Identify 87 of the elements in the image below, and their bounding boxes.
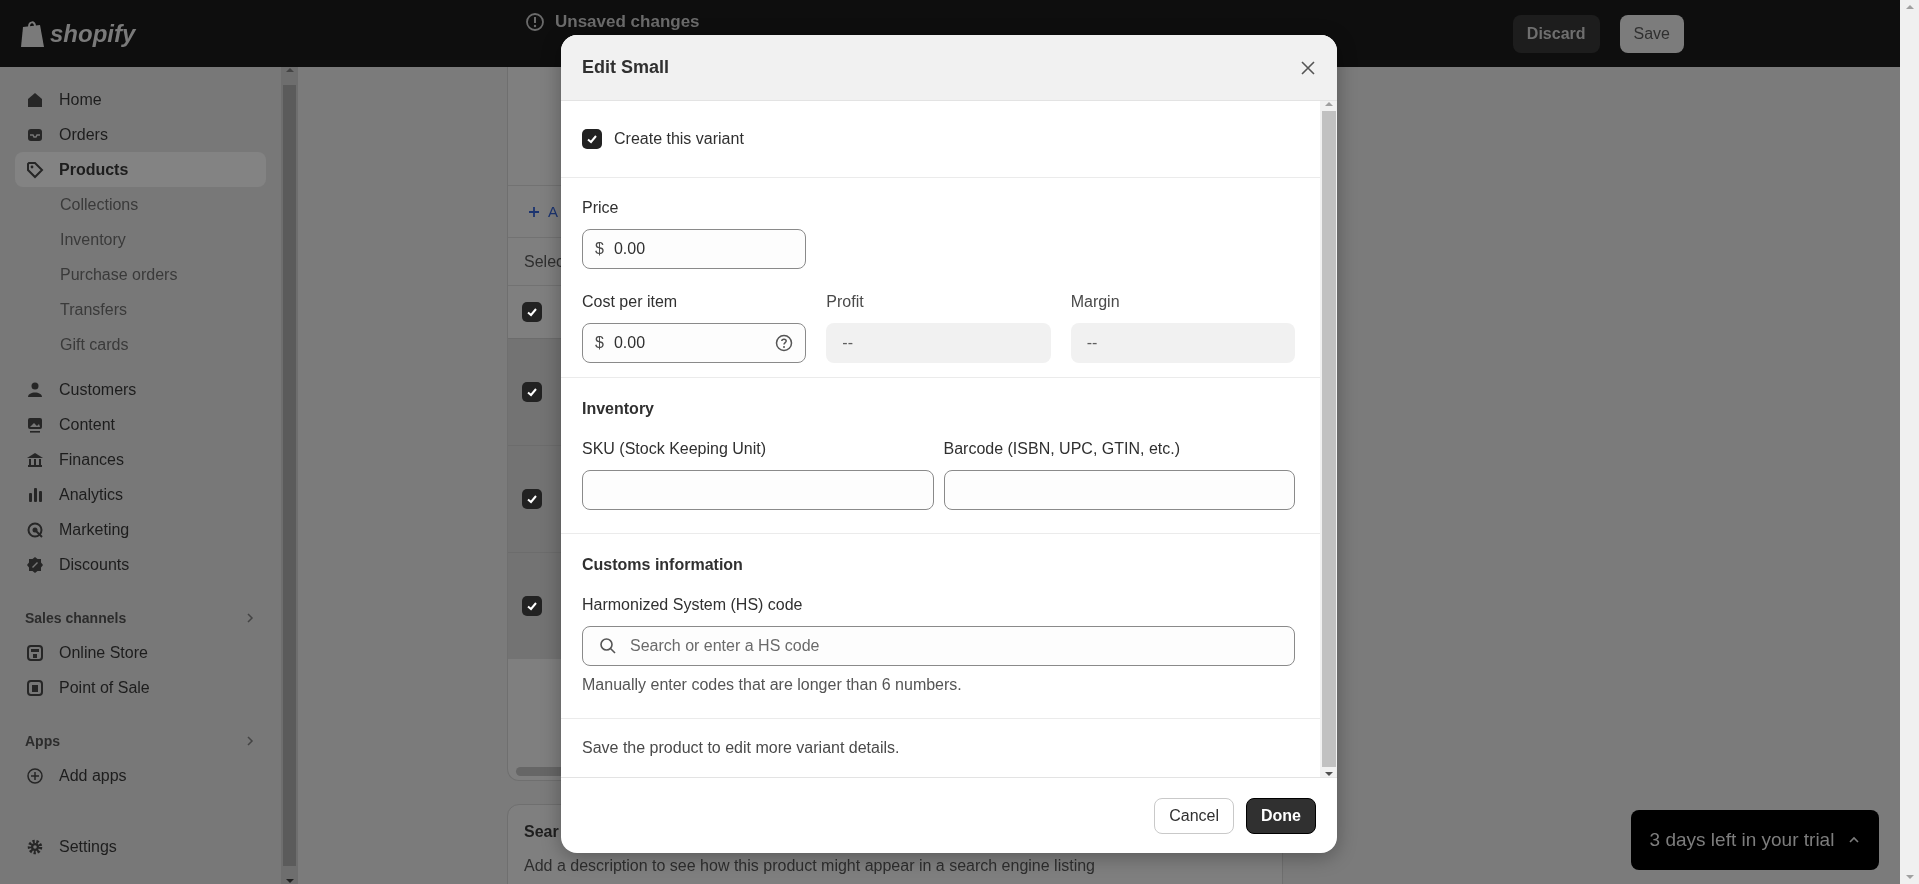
hs-code-search-field[interactable]: Search or enter a HS code [582,626,1295,666]
scroll-up-arrow-icon[interactable] [1323,101,1334,107]
discard-button[interactable]: Discard [1512,14,1600,53]
scroll-up-arrow-icon[interactable] [1904,4,1915,10]
sidebar-subitem[interactable]: Transfers [15,292,266,327]
note-text: Save the product to edit more variant details. [582,739,900,757]
close-button[interactable] [1299,58,1317,77]
dialog-scrollbar[interactable] [1320,101,1337,777]
logo-text: shopify [50,19,136,48]
sidebar-item[interactable]: Orders [15,117,266,152]
sidebar-item-label: Home [59,90,102,109]
field-label: Profit [826,293,865,312]
sidebar-item[interactable]: Analytics [15,477,266,512]
help-icon[interactable] [775,334,794,352]
help-text: Manually enter codes that are longer than 6 numbers. [582,676,963,694]
sidebar-item-label: Finances [59,450,124,469]
checkbox-label: Create this variant [614,130,744,148]
section-heading: Inventory [582,400,655,418]
section-title: Sales channels [25,609,127,626]
sidebar-item-label: Orders [59,125,108,144]
plus-circle-icon [25,765,45,786]
shopping-bag-logo-icon [20,18,46,49]
margin-field: -- [1070,323,1295,363]
sidebar-item[interactable]: Marketing [15,512,266,547]
add-link[interactable]: A [548,203,558,220]
chevron-right-icon[interactable] [244,734,256,747]
profit-field: -- [826,323,1051,363]
sku-field[interactable] [582,470,934,510]
store-icon [25,642,45,663]
save-button[interactable]: Save [1619,14,1684,53]
unsaved-changes-text: Unsaved changes [555,12,700,32]
scroll-down-arrow-icon[interactable] [1323,771,1334,777]
discount-badge-icon [25,554,45,575]
chevron-right-icon[interactable] [244,611,256,624]
field-label: SKU (Stock Keeping Unit) [582,440,768,459]
done-button[interactable]: Done [1246,797,1316,834]
sidebar-item-label: Analytics [59,485,124,504]
barcode-field[interactable] [943,470,1295,510]
sidebar-item-label: Content [59,415,116,434]
scroll-down-arrow-icon[interactable] [284,878,295,884]
checkbox[interactable] [582,129,602,149]
checkbox[interactable] [522,596,542,616]
sidebar-item[interactable]: Discounts [15,547,266,582]
plus-icon[interactable] [528,205,540,218]
sidebar-subitem[interactable]: Purchase orders [15,257,266,292]
page-scrollbar[interactable] [1900,0,1919,884]
scroll-up-arrow-icon[interactable] [284,67,295,73]
sidebar-item[interactable]: Online Store [15,635,266,670]
checkbox[interactable] [522,382,542,402]
cancel-button[interactable]: Cancel [1154,797,1234,834]
price-field[interactable]: $ 0.00 [582,229,806,269]
field-label: Price [582,199,620,218]
sidebar-item[interactable]: Products [15,152,266,187]
sidebar-item-label: Add apps [59,766,127,785]
tag-icon [25,159,45,180]
trial-banner[interactable]: 3 days left in your trial [1631,810,1879,870]
cost-field[interactable]: $ 0.00 [582,323,807,363]
sidebar-item[interactable]: Home [15,82,266,117]
dialog-title: Edit Small [582,57,670,78]
field-label: Cost per item [582,293,679,312]
sidebar-item-label: Settings [59,837,117,856]
sidebar-item[interactable]: Finances [15,442,266,477]
checkbox[interactable] [522,489,542,509]
sidebar-scrollbar[interactable] [281,67,298,884]
field-label: Barcode (ISBN, UPC, GTIN, etc.) [943,440,1181,459]
sidebar-item[interactable]: Customers [15,372,266,407]
sidebar-item[interactable]: Point of Sale [15,670,266,705]
card-description: Add a description to see how this product might appear in a search engine listing [524,857,1096,875]
section-title: Apps [25,732,60,749]
sidebar-item[interactable]: Settings [15,829,266,864]
sidebar-item-label: Point of Sale [59,678,150,697]
sidebar-subitem[interactable]: Collections [15,187,266,222]
alert-icon [525,12,545,32]
sidebar-subitem[interactable]: Inventory [15,222,266,257]
sidebar-item-label: Products [59,160,129,179]
field-label: Harmonized System (HS) code [582,596,804,615]
sidebar-item-label: Discounts [59,555,130,574]
checkbox[interactable] [522,302,542,322]
field-label: Margin [1070,293,1121,312]
sidebar-item-label: Marketing [59,520,130,539]
section-heading: Customs information [582,556,744,574]
card-title: Sear [524,823,560,841]
sidebar-item-label: Customers [59,380,137,399]
sidebar-item[interactable]: Add apps [15,758,266,793]
sidebar-item-label: Online Store [59,643,148,662]
sidebar-subitem[interactable]: Gift cards [15,327,266,362]
sidebar-item[interactable]: Content [15,407,266,442]
